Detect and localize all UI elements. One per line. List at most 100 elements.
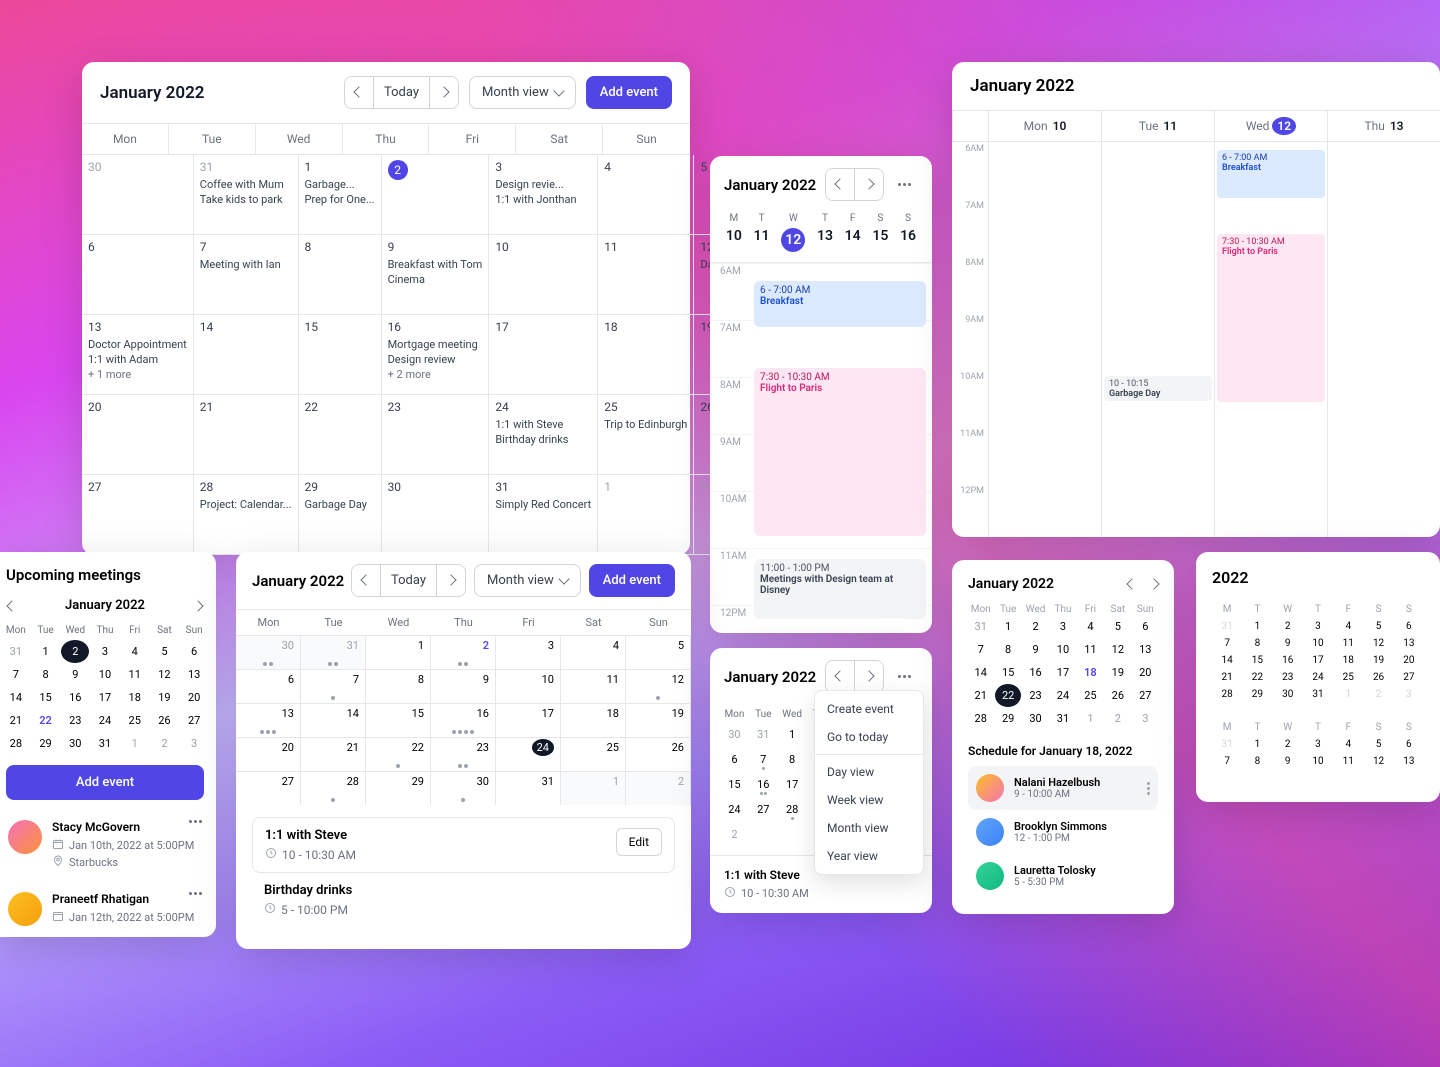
next-button[interactable] [855,661,883,692]
more-menu-button[interactable] [890,171,918,199]
day-cell[interactable]: 30 [1273,686,1303,703]
meeting-item[interactable]: Praneetf Rhatigan Jan 12th, 2022 at 5:00… [2,882,208,937]
day-cell[interactable]: 28Project: Calendar... [194,475,299,555]
day-cell[interactable]: 5 [151,640,179,663]
day-cell[interactable]: 12 [151,663,179,686]
day-cell[interactable]: 29 [1242,686,1272,703]
day-cell[interactable]: 25 [1078,684,1103,707]
next-button[interactable] [430,77,458,108]
event-label[interactable]: 1:1 with Adam [88,353,187,366]
day-cell[interactable]: 7 [749,749,778,774]
day-button[interactable]: T13 [817,213,833,252]
day-cell[interactable]: 13 [1394,635,1424,652]
day-cell[interactable]: 8 [32,663,60,686]
day-cell[interactable]: 2 [61,640,89,663]
more-menu-button[interactable] [890,663,918,691]
day-cell[interactable]: 10 [496,669,561,703]
day-cell[interactable]: 14 [1212,652,1242,669]
event-label[interactable]: Coffee with Mum [200,178,292,191]
day-cell[interactable]: 1 [1078,707,1103,730]
menu-item[interactable]: Go to today [815,723,923,751]
day-cell[interactable]: 27 [749,799,778,824]
day-cell[interactable]: 2 [626,771,691,805]
day-cell[interactable]: 28 [1212,686,1242,703]
next-button[interactable] [1148,578,1159,589]
day-cell[interactable]: 8 [778,749,807,774]
day-cell[interactable]: 24 [720,799,749,824]
day-cell[interactable]: 4 [598,155,694,235]
event-label[interactable]: Breakfast with Tom [388,258,483,271]
day-button[interactable]: F14 [845,213,861,252]
day-cell[interactable]: 10 [91,663,119,686]
day-cell[interactable]: 31 [749,724,778,749]
day-cell[interactable]: 2 [1105,707,1130,730]
more-icon[interactable] [1147,782,1150,795]
timeline-event[interactable]: 7:30 - 10:30 AMFlight to Paris [1217,234,1325,402]
event-label[interactable]: Design review [388,353,483,366]
event-label[interactable]: Doctor Appointment [88,338,187,351]
day-cell[interactable]: 7 [301,669,366,703]
day-cell[interactable]: 17 [1303,652,1333,669]
day-cell[interactable]: 6 [1394,736,1424,753]
day-cell[interactable]: 4 [1333,736,1363,753]
day-cell[interactable]: 4 [1333,618,1363,635]
prev-button[interactable] [826,169,855,200]
day-cell[interactable]: 30 [382,475,490,555]
day-cell[interactable]: 9 [1273,635,1303,652]
event-label[interactable]: Simply Red Concert [495,498,591,511]
day-cell[interactable]: 28 [968,707,993,730]
day-cell[interactable]: 15 [366,703,431,737]
day-cell[interactable]: 16 [61,686,89,709]
view-selector[interactable]: Month view [474,564,581,597]
menu-item[interactable]: Day view [815,758,923,786]
day-cell[interactable]: 21 [194,395,299,475]
day-cell[interactable]: 31 [2,640,30,663]
day-cell[interactable]: 29Garbage Day [299,475,382,555]
day-button[interactable]: T11 [754,213,770,252]
event-label[interactable]: Garbage Day [305,498,375,511]
day-cell[interactable]: 19 [1363,652,1393,669]
day-cell[interactable]: 18 [121,686,149,709]
day-cell[interactable]: 18 [1333,652,1363,669]
day-cell[interactable]: 3 [1303,618,1333,635]
day-cell[interactable]: 14 [2,686,30,709]
day-cell[interactable]: 18 [561,703,626,737]
next-month-button[interactable] [192,600,203,611]
day-header[interactable]: Wed 12 [1214,111,1327,141]
day-cell[interactable]: 17 [778,774,807,799]
day-cell[interactable]: 22 [299,395,382,475]
day-button[interactable]: M10 [726,213,742,252]
day-cell[interactable]: 241:1 with SteveBirthday drinks [489,395,598,475]
day-cell[interactable]: 2 [151,732,179,755]
day-cell[interactable]: 1 [366,635,431,669]
day-cell[interactable]: 7Meeting with Ian [194,235,299,315]
day-cell[interactable]: 2 [382,155,490,235]
day-cell[interactable]: 24 [1303,669,1333,686]
day-cell[interactable]: 12 [626,669,691,703]
day-cell[interactable]: 31 [1212,618,1242,635]
day-cell[interactable]: 20 [82,395,194,475]
day-cell[interactable]: 31 [91,732,119,755]
day-cell[interactable]: 6 [720,749,749,774]
day-header[interactable]: Thu 13 [1327,111,1440,141]
day-cell[interactable]: 31 [301,635,366,669]
menu-item[interactable]: Week view [815,786,923,814]
day-cell[interactable]: 1Garbage...Prep for One... [299,155,382,235]
day-cell[interactable]: 8 [1242,635,1272,652]
day-cell[interactable]: 1 [778,724,807,749]
event-label[interactable]: Project: Calendar... [200,498,292,511]
day-cell[interactable]: 3 [1050,615,1075,638]
more-events-link[interactable]: + 1 more [88,368,187,381]
day-cell[interactable]: 27 [1133,684,1158,707]
day-cell[interactable]: 4 [1078,615,1103,638]
today-button[interactable]: Today [374,77,430,108]
schedule-item[interactable]: Lauretta Tolosky5 - 5:30 PM [968,854,1158,898]
day-cell[interactable]: 13Doctor Appointment1:1 with Adam+ 1 mor… [82,315,194,395]
day-cell[interactable]: 28 [778,799,807,824]
day-header[interactable]: Tue 11 [1101,111,1214,141]
day-cell[interactable]: 19 [626,703,691,737]
day-cell[interactable]: 17 [489,315,598,395]
day-cell[interactable]: 7 [2,663,30,686]
day-cell[interactable]: 18 [598,315,694,395]
day-cell[interactable]: 29 [366,771,431,805]
